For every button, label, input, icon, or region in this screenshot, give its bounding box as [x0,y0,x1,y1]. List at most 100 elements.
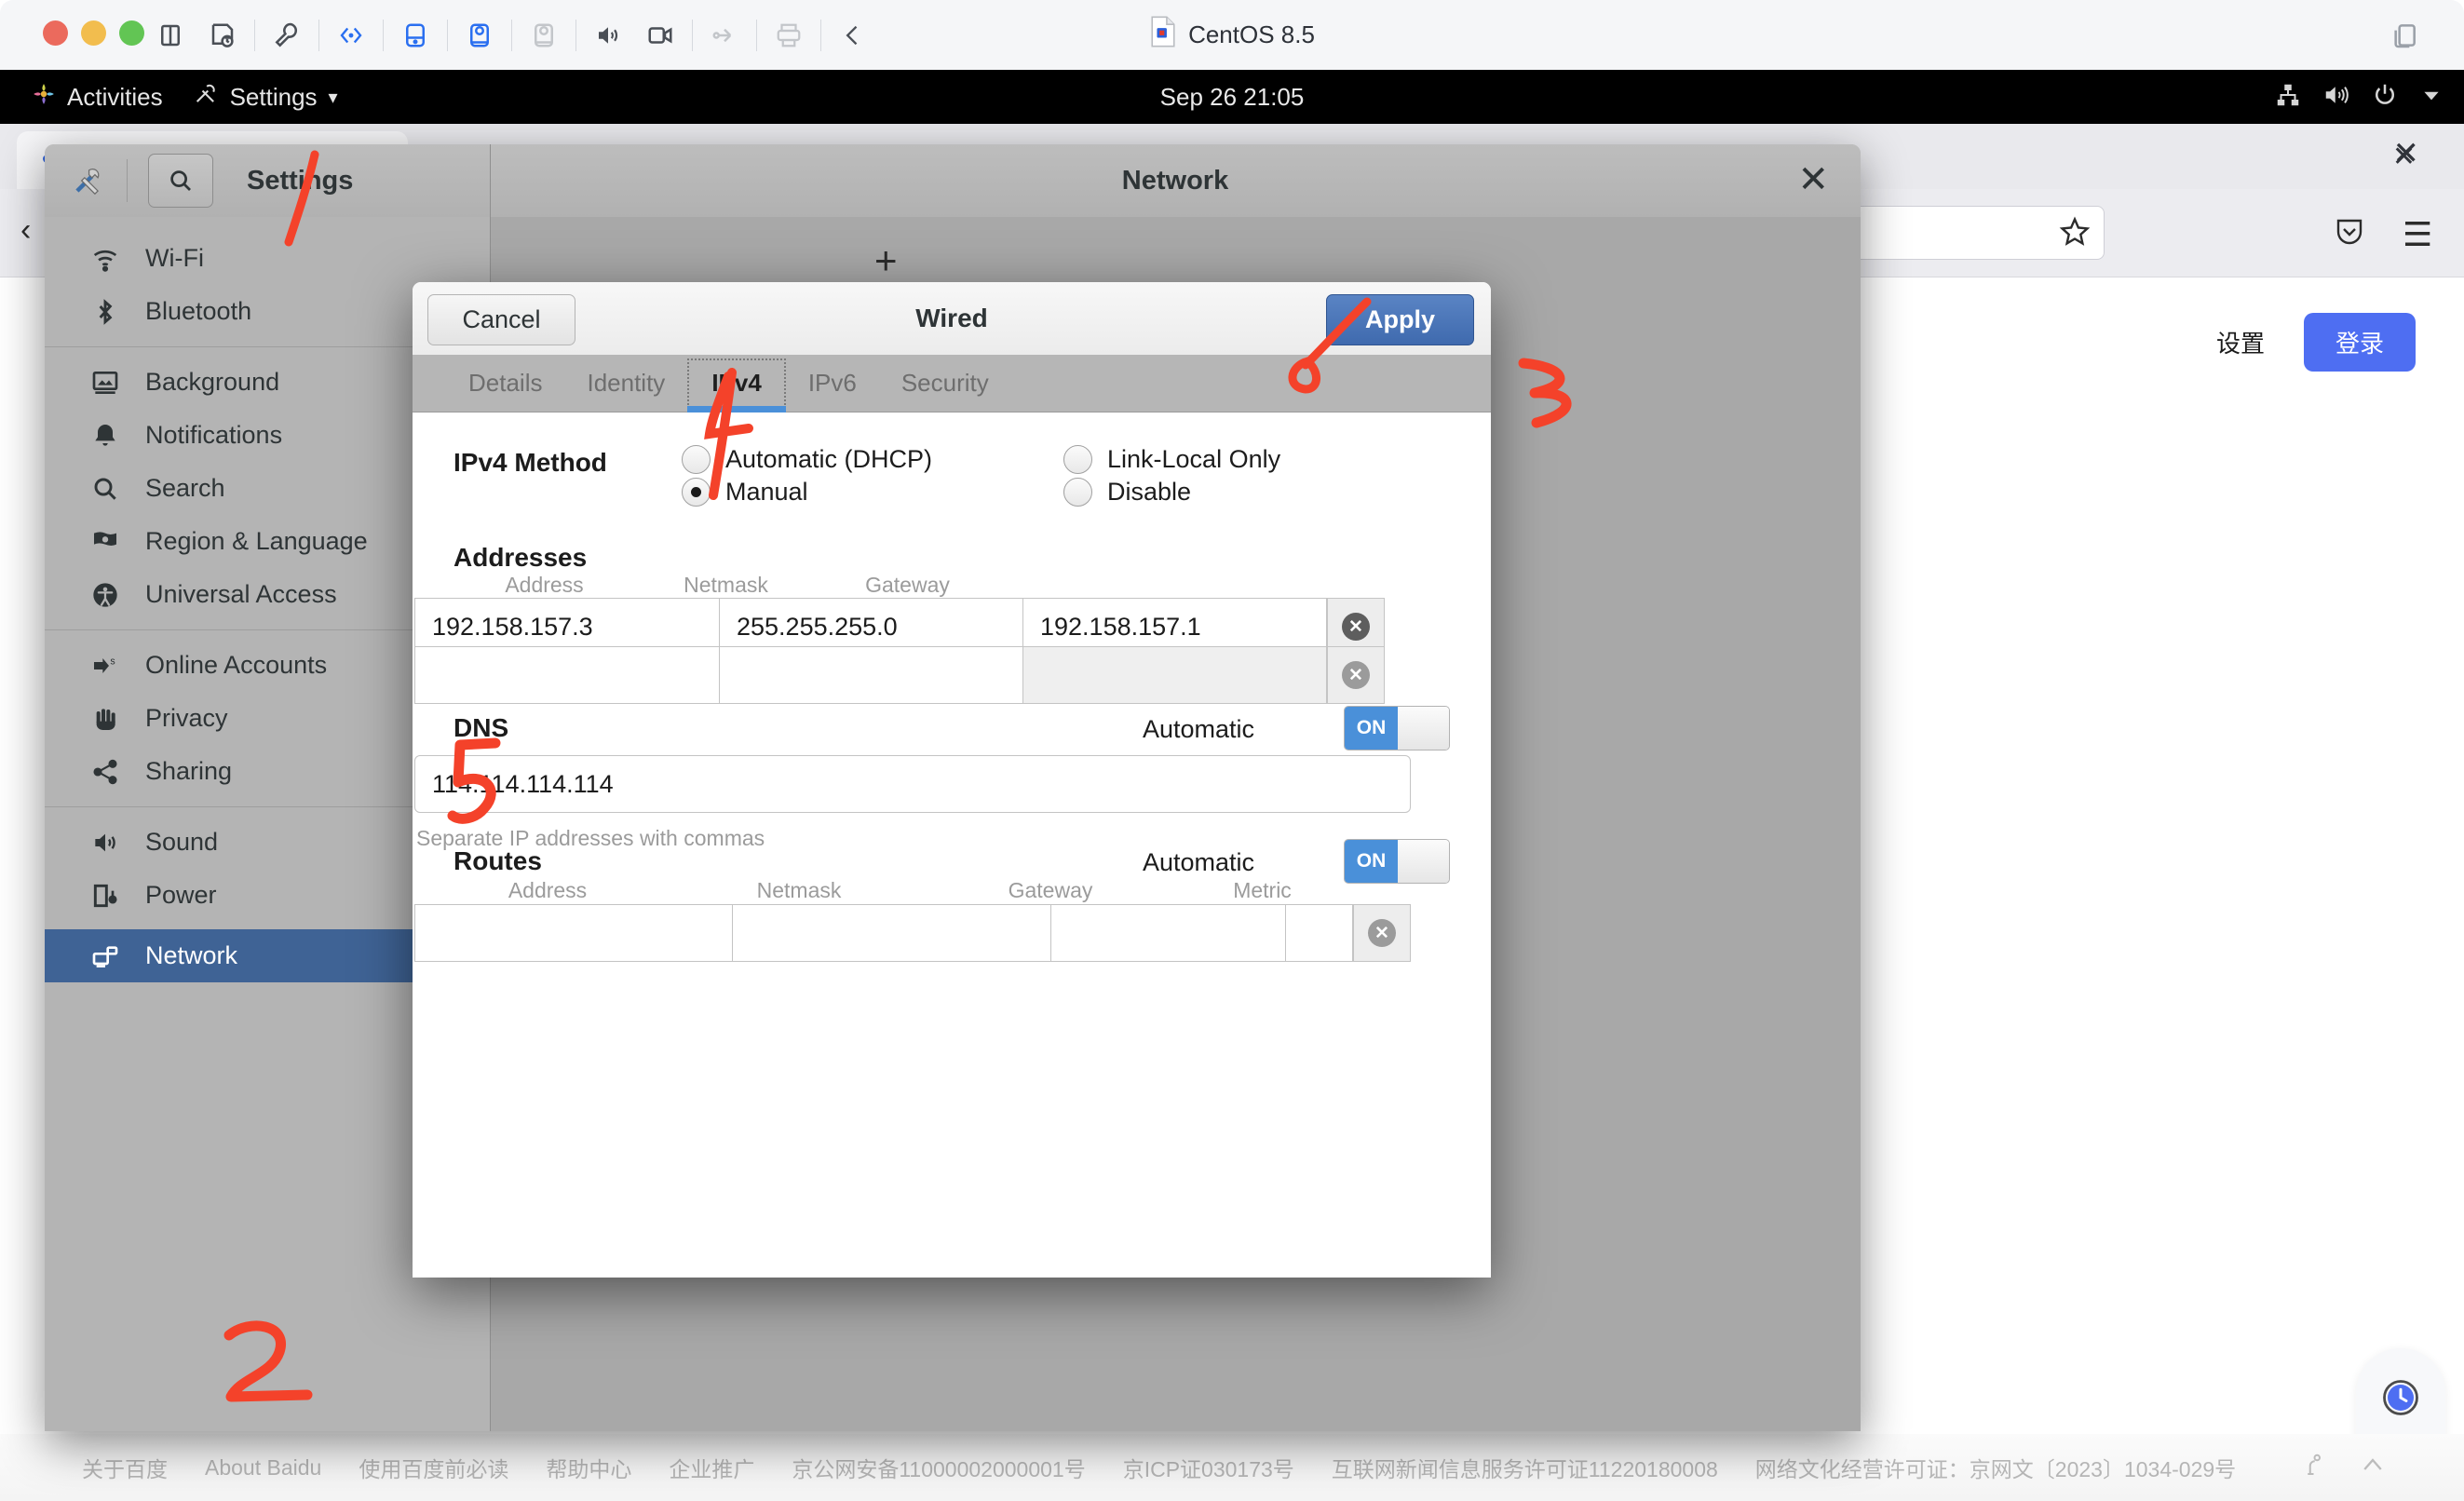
footer-link[interactable]: 关于百度 [82,1452,168,1483]
snapshot-icon[interactable] [196,11,249,60]
tab-details[interactable]: Details [446,355,564,412]
accessibility-icon [89,579,121,611]
delete-route-button[interactable]: ✕ [1353,904,1411,962]
hand-icon [89,703,121,735]
camera-icon[interactable] [634,11,686,60]
gnome-top-bar: Activities Settings ▾ [0,70,2464,124]
activities-button[interactable]: Activities [17,76,178,118]
dns-automatic-label: Automatic [1143,715,1255,743]
vm-copy-window-icon[interactable] [2390,20,2419,55]
bell-icon [89,420,121,452]
footer-link[interactable]: 京ICP证030173号 [1123,1452,1294,1483]
close-window-button[interactable] [43,20,68,46]
app-menu-button[interactable]: Settings ▾ [178,75,353,119]
route-metric-field[interactable] [1286,904,1353,962]
chevron-up-icon[interactable] [2359,1451,2387,1484]
browser-menu-icon[interactable]: ☰ [2403,215,2432,254]
addresses-title: Addresses [454,543,588,572]
footer-link[interactable]: 网络文化经营许可证：京网文〔2023〕1034-029号 [1755,1452,2236,1483]
settings-search-button[interactable] [148,154,213,208]
add-connection-button[interactable]: + [874,241,898,280]
pause-icon[interactable] [144,11,196,60]
radio-label: Automatic (DHCP) [725,445,933,473]
wrench-icon[interactable] [261,11,313,60]
radio-indicator [682,445,711,474]
netmask-field[interactable] [720,646,1023,704]
tab-ipv4[interactable]: IPv4 [687,358,786,412]
route-address-field[interactable] [414,904,733,962]
harddisk-icon[interactable] [389,11,441,60]
dns-servers-field[interactable]: 114.114.114.114 [414,755,1411,813]
tab-identity[interactable]: Identity [564,355,687,412]
route-gateway-field[interactable] [1051,904,1286,962]
footer-link[interactable]: About Baidu [205,1455,321,1481]
settings-close-button[interactable]: ✕ [1797,161,1829,198]
cancel-button[interactable]: Cancel [427,294,575,345]
gateway-field[interactable] [1023,646,1327,704]
sidebar-item-label: Sound [145,828,219,856]
radio-automatic-dhcp[interactable]: Automatic (DHCP) [682,445,932,474]
baidu-settings-link[interactable]: 设置 [2216,325,2265,359]
feedback-icon[interactable] [2297,1451,2325,1484]
chevron-down-icon: ▾ [328,87,338,108]
optical-drive-disabled-icon [518,11,570,60]
power-plug-icon [89,880,121,912]
app-menu-label: Settings [229,82,318,111]
delete-address-button[interactable]: ✕ [1327,646,1385,704]
gnome-status-area[interactable] [2274,70,2444,124]
online-accounts-icon: s [89,650,121,682]
radio-disable[interactable]: Disable [1063,478,1191,507]
optical-drive-icon[interactable] [454,11,506,60]
tab-ipv6[interactable]: IPv6 [786,355,879,412]
addresses-col-address: Address [505,573,584,597]
route-netmask-field[interactable] [733,904,1051,962]
chevron-left-icon[interactable] [827,11,879,60]
sidebar-item-wifi[interactable]: Wi-Fi [45,232,490,285]
routes-automatic-label: Automatic [1143,848,1255,876]
printer-disabled-icon [763,11,815,60]
bluetooth-icon [89,296,121,328]
vm-title-text: CentOS 8.5 [1188,20,1315,48]
sidebar-item-label: Background [145,368,280,396]
footer-link[interactable]: 帮助中心 [546,1452,631,1483]
dns-automatic-toggle[interactable]: ON [1344,706,1450,750]
routes-col-netmask: Netmask [756,878,842,902]
toolbar-separator [383,20,384,51]
baidu-footer: 关于百度 About Baidu 使用百度前必读 帮助中心 企业推广 京公网安备… [0,1434,2464,1501]
sidebar-item-label: Privacy [145,704,228,732]
browser-back-icon[interactable]: ‹ [20,212,31,249]
browser-window-close-icon[interactable]: ✕ [2393,135,2420,172]
apply-button[interactable]: Apply [1326,294,1474,345]
sidebar-item-label: Network [145,941,238,969]
close-icon: ✕ [1342,661,1370,689]
bookmark-star-icon[interactable] [2058,215,2092,257]
radio-label: Link-Local Only [1107,445,1281,473]
sidebar-item-label: Sharing [145,757,233,785]
toolbar-separator [318,20,319,51]
footer-link[interactable]: 使用百度前必读 [359,1452,508,1483]
code-icon[interactable] [325,11,377,60]
tab-security[interactable]: Security [879,355,1011,412]
vm-toolbar [144,11,879,60]
routes-automatic-toggle[interactable]: ON [1344,839,1450,884]
footer-link[interactable]: 京公网安备11000002000001号 [792,1452,1085,1483]
background-icon [89,367,121,399]
address-field[interactable] [414,646,720,704]
pocket-icon[interactable] [2333,215,2366,253]
gnome-logo-icon [32,82,56,113]
window-traffic-lights [43,20,144,46]
footer-link[interactable]: 互联网新闻信息服务许可证11220180008 [1332,1452,1718,1483]
history-clock-icon[interactable] [2381,1378,2420,1422]
addresses-col-netmask: Netmask [684,573,768,597]
footer-link[interactable]: 企业推广 [669,1452,754,1483]
routes-title: Routes [454,846,542,875]
radio-label: Manual [725,478,808,506]
vm-titlebar: CentOS 8.5 [0,0,2464,70]
baidu-login-button[interactable]: 登录 [2303,313,2416,372]
radio-link-local-only[interactable]: Link-Local Only [1063,445,1280,474]
minimize-window-button[interactable] [81,20,106,46]
speaker-icon[interactable] [582,11,634,60]
maximize-window-button[interactable] [119,20,144,46]
ipv4-panel: IPv4 Method Automatic (DHCP) Link-Local … [413,412,1491,1278]
radio-manual[interactable]: Manual [682,478,808,507]
